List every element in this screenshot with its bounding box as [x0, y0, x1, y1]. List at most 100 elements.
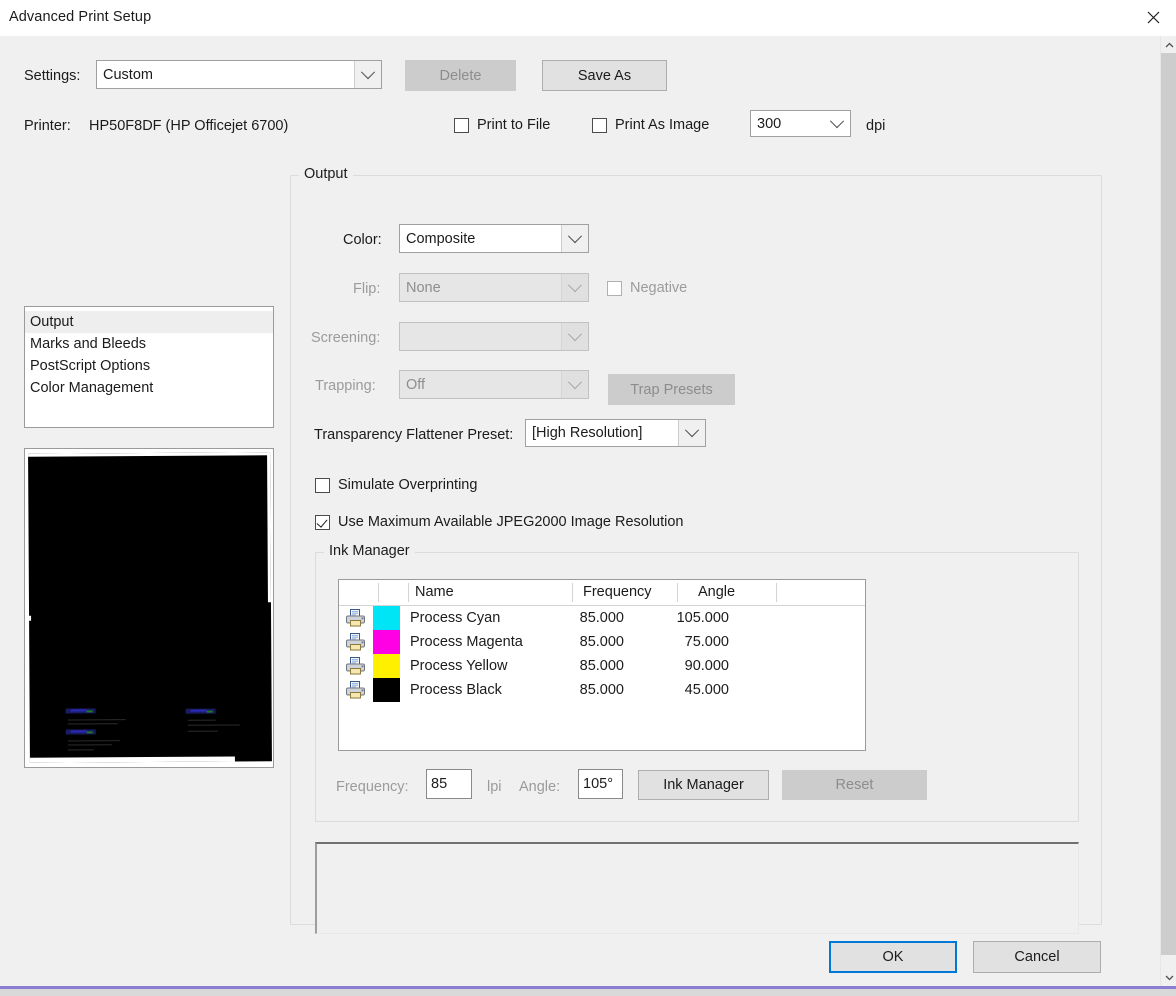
print-as-image-label: Print As Image [615, 117, 710, 133]
close-button[interactable] [1130, 0, 1176, 34]
settings-label: Settings: [24, 68, 81, 84]
ink-angle: 75.000 [684, 634, 729, 650]
save-as-button[interactable]: Save As [542, 60, 667, 91]
sidebar-item-output[interactable]: Output [25, 311, 273, 333]
dpi-combo-arrow[interactable] [824, 111, 850, 136]
flattener-combo-arrow[interactable] [678, 420, 705, 446]
flip-combo-value: None [406, 279, 441, 296]
printer-icon [346, 681, 365, 699]
vertical-scrollbar[interactable] [1160, 36, 1176, 986]
ok-button[interactable]: OK [829, 941, 957, 973]
scroll-up-arrow[interactable] [1161, 36, 1176, 53]
dpi-label: dpi [866, 118, 886, 134]
color-combo-arrow[interactable] [561, 225, 588, 252]
settings-combo-arrow[interactable] [354, 61, 381, 88]
checkbox-box [315, 477, 330, 493]
column-header-name[interactable]: Name [415, 580, 454, 605]
ink-color-swatch[interactable] [373, 678, 400, 702]
settings-combo[interactable]: Custom [96, 60, 382, 89]
scroll-down-arrow[interactable] [1161, 969, 1176, 986]
checkbox-box [592, 117, 607, 133]
negative-checkbox[interactable]: Negative [607, 280, 687, 296]
chevron-down-icon [829, 113, 845, 128]
table-row[interactable]: Process Black 85.000 45.000 [339, 678, 865, 702]
dialog-body: Settings: Custom Delete Save As Printer:… [0, 36, 1160, 986]
chevron-down-icon [567, 228, 583, 243]
color-combo[interactable]: Composite [399, 224, 589, 253]
column-header-frequency[interactable]: Frequency [583, 580, 652, 605]
sidebar-item-marks-and-bleeds[interactable]: Marks and Bleeds [25, 333, 273, 355]
reset-button[interactable]: Reset [782, 770, 927, 800]
preview-page [28, 452, 272, 763]
ink-name: Process Magenta [410, 634, 523, 650]
ink-angle: 90.000 [684, 658, 729, 674]
print-as-image-checkbox[interactable]: Print As Image [592, 117, 709, 133]
chevron-up-icon [1165, 42, 1173, 47]
column-header-angle[interactable]: Angle [698, 580, 735, 605]
lpi-label: lpi [487, 779, 502, 795]
title-bar: Advanced Print Setup [0, 0, 1176, 36]
flattener-combo-value: [High Resolution] [532, 425, 643, 441]
frequency-field[interactable]: 85 [426, 769, 472, 799]
simulate-overprinting-label: Simulate Overprinting [338, 477, 478, 493]
angle-label: Angle: [519, 779, 561, 795]
flattener-label: Transparency Flattener Preset: [314, 427, 514, 443]
output-group: Output Color: Composite Flip: None Negat… [290, 166, 1102, 934]
ink-name: Process Yellow [410, 658, 508, 674]
ink-manager-button[interactable]: Ink Manager [638, 770, 769, 800]
trap-presets-button[interactable]: Trap Presets [608, 374, 735, 405]
chevron-down-icon [1165, 975, 1173, 980]
flip-label: Flip: [353, 281, 381, 297]
table-row[interactable]: Process Yellow 85.000 90.000 [339, 654, 865, 678]
trapping-combo-value: Off [406, 376, 426, 393]
bottom-accent-rule [0, 986, 1176, 996]
sidebar-item-color-management[interactable]: Color Management [25, 377, 273, 399]
jpeg2000-checkbox[interactable]: Use Maximum Available JPEG2000 Image Res… [315, 514, 684, 530]
ink-angle: 45.000 [684, 682, 729, 698]
ink-frequency: 85.000 [579, 634, 624, 650]
flip-combo-arrow[interactable] [561, 274, 588, 301]
ink-color-swatch[interactable] [373, 654, 400, 678]
print-to-file-checkbox[interactable]: Print to File [454, 117, 550, 133]
trapping-combo[interactable]: Off [399, 370, 589, 399]
chevron-down-icon [567, 277, 583, 292]
ink-frequency: 85.000 [579, 682, 624, 698]
print-to-file-label: Print to File [477, 117, 551, 133]
ink-angle: 105.000 [676, 610, 729, 626]
scrollbar-thumb[interactable] [1161, 53, 1176, 955]
screening-combo-arrow[interactable] [561, 323, 588, 350]
window-title: Advanced Print Setup [9, 9, 152, 25]
screening-combo[interactable] [399, 322, 589, 351]
ink-color-swatch[interactable] [373, 630, 400, 654]
printer-label: Printer: [24, 118, 71, 134]
flip-combo[interactable]: None [399, 273, 589, 302]
table-row[interactable]: Process Magenta 85.000 75.000 [339, 630, 865, 654]
ink-frequency: 85.000 [579, 610, 624, 626]
color-label: Color: [343, 232, 382, 248]
screening-label: Screening: [311, 330, 381, 346]
trapping-combo-arrow[interactable] [561, 371, 588, 398]
chevron-down-icon [684, 423, 700, 438]
checkbox-box [315, 514, 330, 530]
printer-value: HP50F8DF (HP Officejet 6700) [89, 118, 289, 134]
angle-field[interactable]: 105° [578, 769, 623, 799]
ink-name: Process Black [410, 682, 502, 698]
frequency-label: Frequency: [336, 779, 409, 795]
dpi-combo[interactable]: 300 [750, 110, 851, 137]
simulate-overprinting-checkbox[interactable]: Simulate Overprinting [315, 477, 477, 493]
section-list[interactable]: Output Marks and Bleeds PostScript Optio… [24, 306, 274, 428]
cancel-button[interactable]: Cancel [973, 941, 1101, 973]
printer-icon [346, 609, 365, 627]
printer-icon [346, 657, 365, 675]
table-row[interactable]: Process Cyan 85.000 105.000 [339, 606, 865, 630]
flattener-combo[interactable]: [High Resolution] [525, 419, 706, 447]
ink-table[interactable]: Name Frequency Angle Process Cyan 85.000 [338, 579, 866, 751]
ink-color-swatch[interactable] [373, 606, 400, 630]
negative-label: Negative [630, 280, 688, 296]
trapping-label: Trapping: [315, 378, 376, 394]
chevron-down-icon [567, 326, 583, 341]
delete-button[interactable]: Delete [405, 60, 516, 91]
ink-name: Process Cyan [410, 610, 501, 626]
printer-icon [346, 633, 365, 651]
sidebar-item-postscript-options[interactable]: PostScript Options [25, 355, 273, 377]
